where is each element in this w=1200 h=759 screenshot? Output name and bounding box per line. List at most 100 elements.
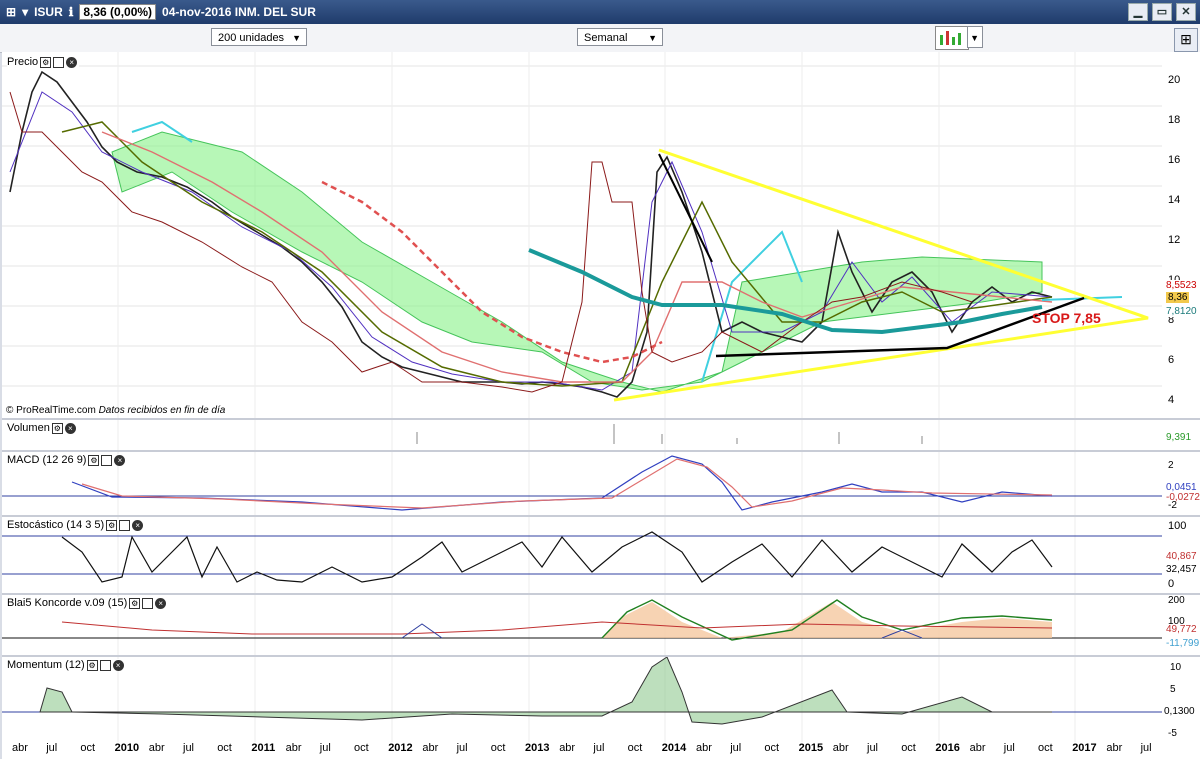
close-panel-icon[interactable]: × xyxy=(64,422,76,434)
month-label: abr xyxy=(559,742,576,754)
month-label: abr xyxy=(969,742,986,754)
wrench-icon[interactable]: ⚙ xyxy=(88,454,100,466)
month-label: jul xyxy=(730,742,742,754)
close-panel-icon[interactable]: × xyxy=(132,519,144,531)
koncorde-tick-200: 200 xyxy=(1168,595,1185,606)
price-gridlines xyxy=(2,65,1162,387)
units-select-value: 200 unidades xyxy=(218,32,285,44)
month-label: oct xyxy=(901,742,916,754)
info-icon[interactable]: ℹ xyxy=(69,5,74,19)
year-label: 2016 xyxy=(935,742,960,754)
price-change-badge: 8,36 (0,00%) xyxy=(79,4,157,20)
momentum-tick-10: 10 xyxy=(1170,662,1182,673)
momentum-tag: 0,1300 xyxy=(1164,706,1195,717)
ytick: 20 xyxy=(1168,74,1181,86)
year-label: 2011 xyxy=(251,742,276,754)
panel-separator[interactable] xyxy=(2,450,1200,452)
panel-separator[interactable] xyxy=(2,418,1200,420)
close-button[interactable]: ✕ xyxy=(1176,3,1196,21)
minimize-button[interactable]: ▁ xyxy=(1128,3,1148,21)
year-label: 2017 xyxy=(1072,742,1097,754)
year-label: 2015 xyxy=(798,742,824,754)
momentum-tick-m5: -5 xyxy=(1168,728,1177,739)
black-trend-line xyxy=(658,153,713,263)
credit-line: © ProRealTime.com Datos recibidos en fin… xyxy=(6,405,225,416)
time-axis: abr jul oct 2010 abr jul oct 2011 abr jul oct 2012 a… xyxy=(2,742,1200,758)
close-panel-icon[interactable]: × xyxy=(114,454,126,466)
month-label: abr xyxy=(696,742,712,754)
price-tag-2: 8,36 xyxy=(1166,292,1190,303)
data-note: Datos recibidos en fin de día xyxy=(98,405,226,416)
maximize-panel-icon[interactable] xyxy=(142,597,154,609)
chart-area[interactable]: Precio ⚙ × Volumen ⚙ × MACD (12 26 9) ⚙ × E… xyxy=(2,52,1200,759)
wrench-icon[interactable]: ⚙ xyxy=(40,56,52,68)
ichimoku-cloud xyxy=(111,131,1043,393)
ytick: 14 xyxy=(1168,194,1181,206)
volume-tag: 9,391 xyxy=(1166,432,1192,443)
price-yaxis: 20 18 16 14 12 10 8 6 4 xyxy=(1168,60,1180,420)
month-label: abr xyxy=(832,742,849,754)
price-panel-header: Precio ⚙ × xyxy=(7,56,80,68)
wrench-icon[interactable]: ⚙ xyxy=(106,519,118,531)
panel-separator[interactable] xyxy=(2,593,1200,595)
koncorde-tag-2: 49,772 xyxy=(1166,624,1197,635)
stoch-tag-2: 32,457 xyxy=(1166,564,1197,575)
close-panel-icon[interactable]: × xyxy=(112,659,124,671)
maximize-button[interactable]: ▭ xyxy=(1152,3,1172,21)
month-label: oct xyxy=(354,742,369,754)
month-label: jul xyxy=(593,742,605,754)
panel-separator[interactable] xyxy=(2,655,1200,657)
wrench-icon[interactable]: ⚙ xyxy=(86,659,98,671)
close-panel-icon[interactable]: × xyxy=(66,56,78,68)
macd-panel-header: MACD (12 26 9) ⚙ × xyxy=(7,454,128,466)
wrench-icon[interactable]: ⚙ xyxy=(129,597,141,609)
koncorde-tag-4: -11,799 xyxy=(1166,638,1200,649)
price-tag-3: 7,8120 xyxy=(1166,306,1197,317)
stoch-tick-100: 100 xyxy=(1168,520,1187,532)
credit-text: © ProRealTime.com xyxy=(6,405,96,416)
month-label: oct xyxy=(1038,742,1053,754)
koncorde-panel-header: Blai5 Koncorde v.09 (15) ⚙ × xyxy=(7,597,169,609)
stoch-panel-label: Estocástico (14 3 5) xyxy=(7,519,105,531)
month-label: oct xyxy=(490,742,506,754)
volume-panel-header: Volumen ⚙ × xyxy=(7,422,78,434)
side-panel-icon[interactable]: ⊞ xyxy=(1174,28,1198,52)
month-label: jul xyxy=(1003,742,1015,754)
chevron-down-icon: ▼ xyxy=(292,33,301,43)
symbol-label[interactable]: ISUR xyxy=(34,5,63,19)
month-label: jul xyxy=(319,742,331,754)
momentum-panel-header: Momentum (12) ⚙ × xyxy=(7,659,126,671)
month-label: oct xyxy=(217,742,232,754)
ytick: 18 xyxy=(1168,114,1181,126)
year-label: 2014 xyxy=(661,742,687,754)
panel-separator[interactable] xyxy=(2,515,1200,517)
units-select[interactable]: 200 unidades ▼ xyxy=(211,28,307,46)
ytick: 4 xyxy=(1168,394,1175,406)
chevron-down-icon: ▼ xyxy=(970,33,979,43)
stop-annotation: STOP 7,85 xyxy=(1032,310,1101,326)
month-label: jul xyxy=(183,742,195,754)
close-panel-icon[interactable]: × xyxy=(155,597,167,609)
period-select[interactable]: Semanal ▼ xyxy=(577,28,663,46)
window-title: 04-nov-2016 INM. DEL SUR xyxy=(162,5,316,19)
stoch-tag-1: 40,867 xyxy=(1166,551,1197,562)
month-label: jul xyxy=(456,742,468,754)
volume-bars xyxy=(416,424,923,444)
chart-type-dropdown[interactable]: ▼ xyxy=(967,26,983,48)
stoch-tick-0: 0 xyxy=(1168,578,1175,590)
maximize-panel-icon[interactable] xyxy=(99,659,111,671)
month-label: abr xyxy=(148,742,165,754)
price-tag-1: 8,5523 xyxy=(1166,280,1197,291)
year-label: 2013 xyxy=(525,742,550,754)
maximize-panel-icon[interactable] xyxy=(53,56,65,68)
maximize-panel-icon[interactable] xyxy=(119,519,131,531)
koncorde-panel-label: Blai5 Koncorde v.09 (15) xyxy=(7,597,128,609)
month-label: abr xyxy=(422,742,439,754)
maximize-panel-icon[interactable] xyxy=(101,454,113,466)
chart-type-icon[interactable] xyxy=(935,26,969,50)
wrench-icon[interactable]: ⚙ xyxy=(51,422,63,434)
dropdown-icon[interactable]: ▾ xyxy=(22,5,28,19)
back-icon[interactable]: ⊞ xyxy=(6,5,16,19)
macd-panel-label: MACD (12 26 9) xyxy=(7,454,87,466)
stoch-panel-header: Estocástico (14 3 5) ⚙ × xyxy=(7,519,146,531)
